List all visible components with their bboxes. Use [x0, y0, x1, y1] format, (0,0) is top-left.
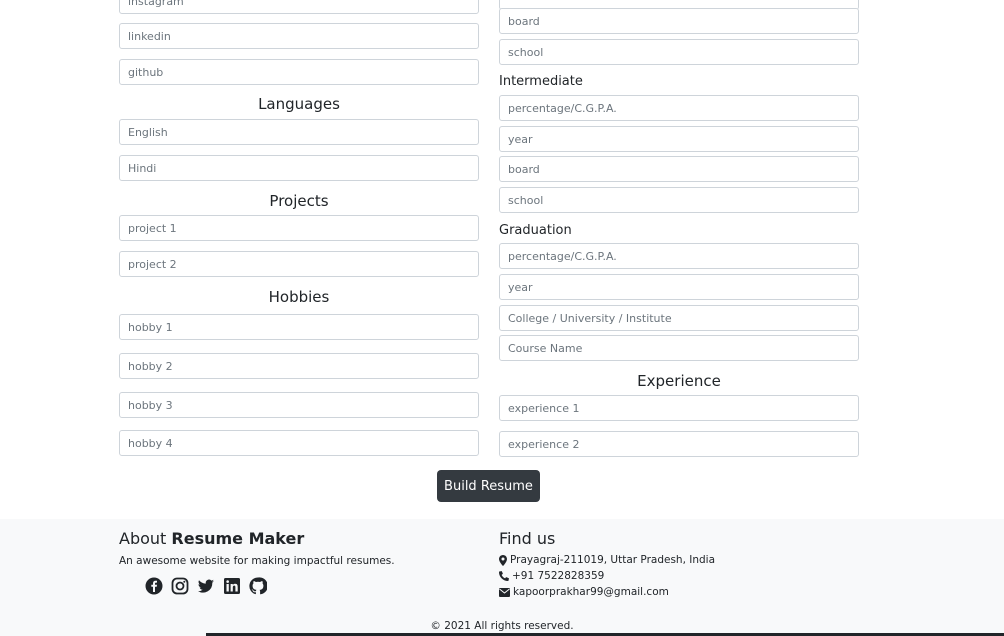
footer-tagline: An awesome website for making impactful …	[119, 555, 395, 567]
projects-heading: Projects	[269, 192, 329, 210]
instagram-icon[interactable]	[171, 577, 189, 595]
github-input[interactable]	[119, 59, 479, 85]
phone-text: +91 7522828359	[512, 570, 605, 582]
intermediate-percentage-input[interactable]	[499, 95, 859, 121]
linkedin-icon[interactable]	[223, 577, 241, 595]
build-resume-button[interactable]: Build Resume	[437, 470, 540, 502]
phone-icon	[499, 571, 509, 581]
intermediate-school-input[interactable]	[499, 187, 859, 213]
phone-line: +91 7522828359	[499, 570, 604, 582]
graduation-heading: Graduation	[499, 223, 572, 238]
project-input-1[interactable]	[119, 215, 479, 241]
language-input-2[interactable]	[119, 155, 479, 181]
intermediate-board-input[interactable]	[499, 156, 859, 182]
graduation-college-input[interactable]	[499, 305, 859, 331]
languages-heading: Languages	[258, 95, 340, 113]
about-heading: About Resume Maker	[119, 529, 304, 548]
envelope-icon	[499, 587, 510, 597]
about-brand: Resume Maker	[171, 529, 305, 548]
address-text: Prayagraj-211019, Uttar Pradesh, India	[510, 554, 716, 566]
github-icon[interactable]	[249, 577, 267, 595]
experience-input-2[interactable]	[499, 431, 859, 457]
intermediate-heading: Intermediate	[499, 74, 583, 89]
twitter-icon[interactable]	[197, 577, 215, 595]
linkedin-input[interactable]	[119, 23, 479, 49]
hobby-input-2[interactable]	[119, 353, 479, 379]
project-input-2[interactable]	[119, 251, 479, 277]
graduation-year-input[interactable]	[499, 274, 859, 300]
hobbies-heading: Hobbies	[268, 288, 330, 306]
find-us-heading: Find us	[499, 529, 556, 548]
facebook-icon[interactable]	[145, 577, 163, 595]
hobby-input-1[interactable]	[119, 314, 479, 340]
email-line: kapoorprakhar99@gmail.com	[499, 586, 669, 598]
language-input-1[interactable]	[119, 119, 479, 145]
copyright-text: © 2021 All rights reserved.	[430, 620, 574, 632]
experience-input-1[interactable]	[499, 395, 859, 421]
experience-heading: Experience	[637, 372, 721, 390]
hobby-input-3[interactable]	[119, 392, 479, 418]
hobby-input-4[interactable]	[119, 430, 479, 456]
map-marker-icon	[499, 554, 507, 566]
graduation-percentage-input[interactable]	[499, 243, 859, 269]
email-text[interactable]: kapoorprakhar99@gmail.com	[513, 586, 669, 598]
high-school-school-input[interactable]	[499, 39, 859, 65]
address-line: Prayagraj-211019, Uttar Pradesh, India	[499, 554, 715, 566]
high-school-board-input[interactable]	[499, 8, 859, 34]
intermediate-year-input[interactable]	[499, 126, 859, 152]
about-prefix: About	[119, 529, 167, 548]
graduation-course-input[interactable]	[499, 335, 859, 361]
instagram-input[interactable]	[119, 0, 479, 14]
